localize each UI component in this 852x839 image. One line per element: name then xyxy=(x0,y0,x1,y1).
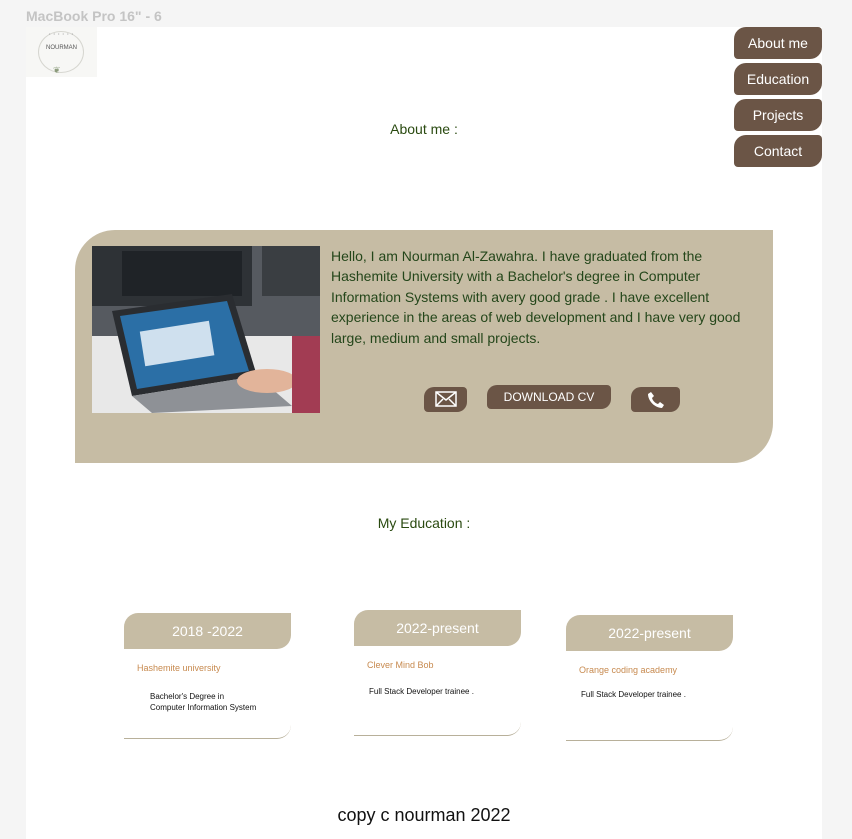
page: • • • • • • NOURMAN ❦ About me Education… xyxy=(26,27,822,839)
education-card: 2022-present Clever Mind Bob Full Stack … xyxy=(354,610,521,738)
education-card: 2018 -2022 Hashemite university Bachelor… xyxy=(124,613,291,741)
education-card-body: Orange coding academy Full Stack Develop… xyxy=(566,651,733,741)
education-school: Clever Mind Bob xyxy=(367,660,434,670)
nav-contact-button[interactable]: Contact xyxy=(734,135,822,167)
education-years: 2022-present xyxy=(354,610,521,646)
about-title: About me : xyxy=(390,121,458,137)
logo-ring xyxy=(38,31,84,73)
education-card-body: Hashemite university Bachelor's Degree i… xyxy=(124,649,291,739)
leaf-icon: ❦ xyxy=(53,65,61,75)
nav-education-button[interactable]: Education xyxy=(734,63,822,95)
phone-icon xyxy=(647,392,664,408)
logo[interactable]: • • • • • • NOURMAN ❦ xyxy=(26,27,97,77)
download-cv-button[interactable]: DOWNLOAD CV xyxy=(487,385,611,409)
education-title: My Education : xyxy=(377,515,471,531)
education-degree: Bachelor's Degree in Computer Informatio… xyxy=(150,692,257,712)
about-text: Hello, I am Nourman Al-Zawahra. I have g… xyxy=(331,248,741,346)
logo-top-text: • • • • • • xyxy=(49,31,74,36)
logo-text: NOURMAN xyxy=(46,45,77,51)
mail-button[interactable] xyxy=(424,387,467,412)
footer-copyright: copy c nourman 2022 xyxy=(337,805,511,825)
education-years: 2022-present xyxy=(566,615,733,651)
education-card: 2022-present Orange coding academy Full … xyxy=(566,615,733,743)
education-degree: Full Stack Developer trainee . xyxy=(581,690,686,699)
laptop-photo xyxy=(92,246,320,413)
about-card: Hello, I am Nourman Al-Zawahra. I have g… xyxy=(75,230,773,463)
education-degree: Full Stack Developer trainee . xyxy=(369,687,474,696)
main-nav: About me Education Projects Contact xyxy=(734,27,822,167)
nav-about-button[interactable]: About me xyxy=(734,27,822,59)
frame-label: MacBook Pro 16" - 6 xyxy=(26,8,162,24)
education-years: 2018 -2022 xyxy=(124,613,291,649)
education-school: Orange coding academy xyxy=(579,665,678,675)
education-card-body: Clever Mind Bob Full Stack Developer tra… xyxy=(354,646,521,736)
mail-icon xyxy=(434,391,457,407)
phone-button[interactable] xyxy=(631,387,680,412)
education-school: Hashemite university xyxy=(137,663,221,673)
